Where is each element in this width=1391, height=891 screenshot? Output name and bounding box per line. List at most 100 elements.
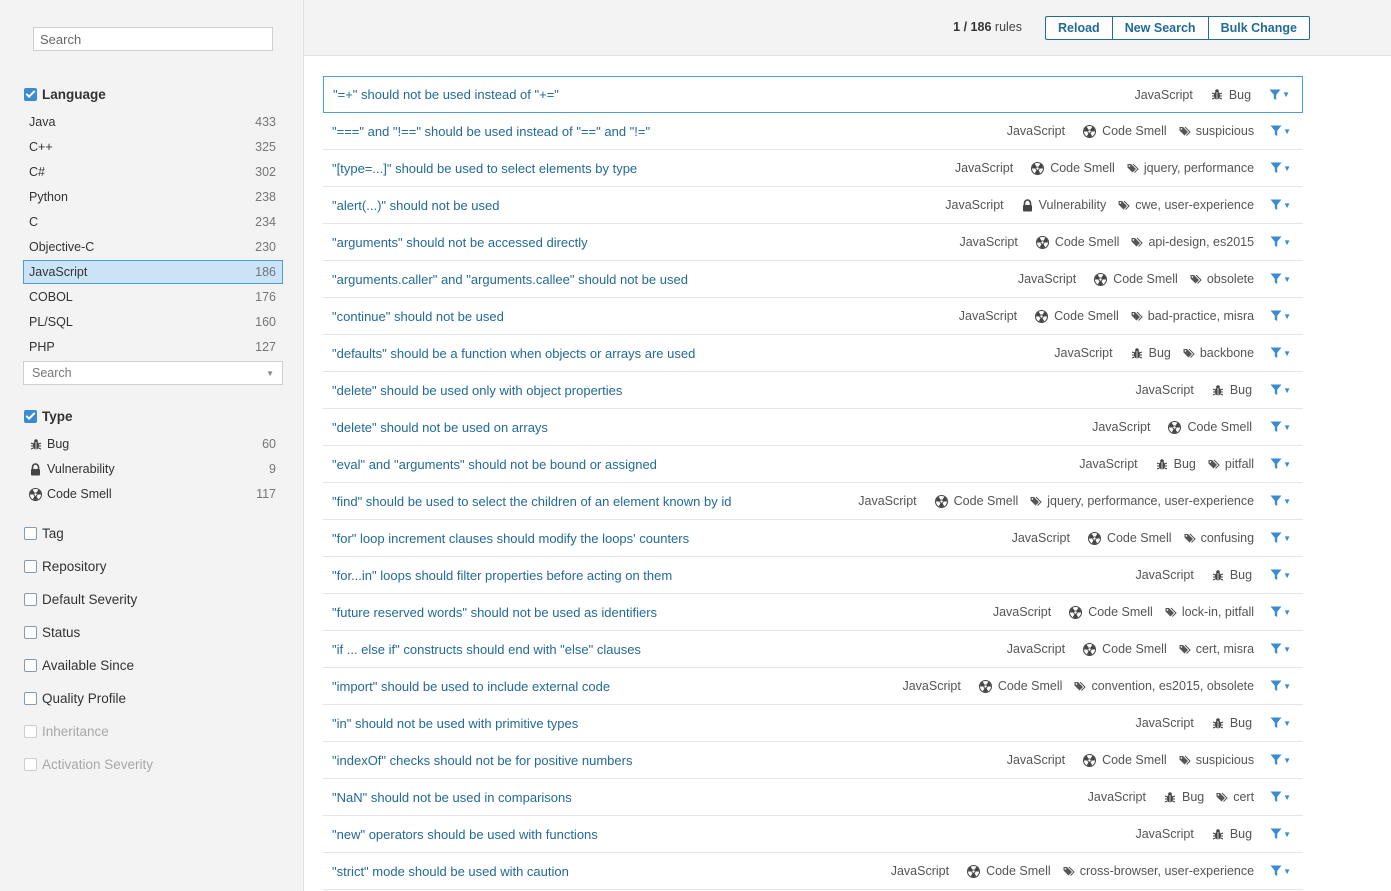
rule-name-link[interactable]: "=+" should not be used instead of "+="	[333, 87, 559, 102]
rule-row[interactable]: "import" should be used to include exter…	[323, 668, 1303, 705]
rule-name-link[interactable]: "===" and "!==" should be used instead o…	[332, 124, 650, 139]
facet-available-since[interactable]: Available Since	[24, 658, 134, 673]
rule-filter-dropdown[interactable]: ▼	[1270, 791, 1291, 803]
language-item-c[interactable]: C# 302	[23, 160, 283, 184]
rule-filter-dropdown[interactable]: ▼	[1270, 125, 1291, 137]
rule-name-link[interactable]: "for...in" loops should filter propertie…	[332, 568, 672, 583]
rule-name-link[interactable]: "indexOf" checks should not be for posit…	[332, 753, 632, 768]
rule-filter-dropdown[interactable]: ▼	[1270, 569, 1291, 581]
rule-name-link[interactable]: "strict" mode should be used with cautio…	[332, 864, 569, 879]
rule-row[interactable]: "find" should be used to select the chil…	[323, 483, 1303, 520]
type-checkbox[interactable]	[24, 410, 37, 423]
language-item-c[interactable]: C++ 325	[23, 135, 283, 159]
rule-filter-dropdown[interactable]: ▼	[1269, 89, 1290, 101]
rule-row[interactable]: "[type=...]" should be used to select el…	[323, 150, 1303, 187]
rule-row[interactable]: "continue" should not be used JavaScript C…	[323, 298, 1303, 335]
rule-row[interactable]: "alert(...)" should not be used JavaScrip…	[323, 187, 1303, 224]
rule-row[interactable]: "strict" mode should be used with cautio…	[323, 853, 1303, 890]
rule-row[interactable]: "arguments.caller" and "arguments.callee…	[323, 261, 1303, 298]
rule-filter-dropdown[interactable]: ▼	[1270, 643, 1291, 655]
language-item-pl-sql[interactable]: PL/SQL 160	[23, 310, 283, 334]
rule-row[interactable]: "NaN" should not be used in comparisons J…	[323, 779, 1303, 816]
rule-name-link[interactable]: "eval" and "arguments" should not be bou…	[332, 457, 657, 472]
facet-quality-profile[interactable]: Quality Profile	[24, 691, 126, 706]
rule-filter-dropdown[interactable]: ▼	[1270, 273, 1291, 285]
status-checkbox[interactable]	[24, 626, 37, 639]
rule-row[interactable]: "for" loop increment clauses should modi…	[323, 520, 1303, 557]
type-item-bug[interactable]: Bug 60	[23, 432, 283, 456]
rule-name-link[interactable]: "continue" should not be used	[332, 309, 504, 324]
default-severity-checkbox[interactable]	[24, 593, 37, 606]
rule-name-link[interactable]: "find" should be used to select the chil…	[332, 494, 731, 509]
language-item-cobol[interactable]: COBOL 176	[23, 285, 283, 309]
rule-row[interactable]: "defaults" should be a function when obj…	[323, 335, 1303, 372]
reload-button[interactable]: Reload	[1045, 16, 1113, 40]
rule-filter-dropdown[interactable]: ▼	[1270, 458, 1291, 470]
language-item-python[interactable]: Python 238	[23, 185, 283, 209]
rule-row[interactable]: "arguments" should not be accessed direc…	[323, 224, 1303, 261]
rule-name-link[interactable]: "delete" should not be used on arrays	[332, 420, 548, 435]
rule-filter-dropdown[interactable]: ▼	[1270, 828, 1291, 840]
rule-filter-dropdown[interactable]: ▼	[1270, 421, 1291, 433]
facet-repository[interactable]: Repository	[24, 559, 107, 574]
rule-name-link[interactable]: "NaN" should not be used in comparisons	[332, 790, 572, 805]
rule-filter-dropdown[interactable]: ▼	[1270, 606, 1291, 618]
rule-name-link[interactable]: "if ... else if" constructs should end w…	[332, 642, 641, 657]
available-since-checkbox[interactable]	[24, 659, 37, 672]
rule-filter-dropdown[interactable]: ▼	[1270, 347, 1291, 359]
rule-row[interactable]: "future reserved words" should not be us…	[323, 594, 1303, 631]
bulk-change-button[interactable]: Bulk Change	[1208, 16, 1310, 40]
rule-name-link[interactable]: "alert(...)" should not be used	[332, 198, 500, 213]
language-item-javascript[interactable]: JavaScript 186	[23, 260, 283, 284]
rule-name-link[interactable]: "in" should not be used with primitive t…	[332, 716, 578, 731]
rule-name-link[interactable]: "arguments.caller" and "arguments.callee…	[332, 272, 688, 287]
rule-filter-dropdown[interactable]: ▼	[1270, 236, 1291, 248]
rule-row[interactable]: "indexOf" checks should not be for posit…	[323, 742, 1303, 779]
tag-checkbox[interactable]	[24, 527, 37, 540]
language-item-c[interactable]: C 234	[23, 210, 283, 234]
rule-name-link[interactable]: "[type=...]" should be used to select el…	[332, 161, 637, 176]
rule-row[interactable]: "in" should not be used with primitive t…	[323, 705, 1303, 742]
rule-row[interactable]: "new" operators should be used with func…	[323, 816, 1303, 853]
rule-name-link[interactable]: "delete" should be used only with object…	[332, 383, 622, 398]
facet-status[interactable]: Status	[24, 625, 80, 640]
rule-name-link[interactable]: "new" operators should be used with func…	[332, 827, 598, 842]
rule-filter-dropdown[interactable]: ▼	[1270, 162, 1291, 174]
language-checkbox[interactable]	[24, 88, 37, 101]
language-search-select[interactable]: Search ▼	[23, 361, 283, 385]
rule-filter-dropdown[interactable]: ▼	[1270, 310, 1291, 322]
rule-name-link[interactable]: "for" loop increment clauses should modi…	[332, 531, 689, 546]
rule-filter-dropdown[interactable]: ▼	[1270, 384, 1291, 396]
rule-row[interactable]: "eval" and "arguments" should not be bou…	[323, 446, 1303, 483]
new-search-button[interactable]: New Search	[1112, 16, 1209, 40]
rule-name-link[interactable]: "future reserved words" should not be us…	[332, 605, 657, 620]
rule-filter-dropdown[interactable]: ▼	[1270, 865, 1291, 877]
rule-row[interactable]: "=+" should not be used instead of "+=" J…	[323, 76, 1303, 113]
facet-type-header[interactable]: Type	[24, 409, 73, 424]
type-item-code-smell[interactable]: Code Smell 117	[23, 482, 283, 506]
rule-filter-dropdown[interactable]: ▼	[1270, 495, 1291, 507]
facet-tag[interactable]: Tag	[24, 526, 64, 541]
facet-default-severity[interactable]: Default Severity	[24, 592, 137, 607]
rule-filter-dropdown[interactable]: ▼	[1270, 754, 1291, 766]
rule-filter-dropdown[interactable]: ▼	[1270, 717, 1291, 729]
rule-filter-dropdown[interactable]: ▼	[1270, 532, 1291, 544]
rule-row[interactable]: "===" and "!==" should be used instead o…	[323, 113, 1303, 150]
repository-checkbox[interactable]	[24, 560, 37, 573]
rule-row[interactable]: "delete" should be used only with object…	[323, 372, 1303, 409]
rule-filter-dropdown[interactable]: ▼	[1270, 199, 1291, 211]
rule-filter-dropdown[interactable]: ▼	[1270, 680, 1291, 692]
rule-name-link[interactable]: "arguments" should not be accessed direc…	[332, 235, 588, 250]
rule-row[interactable]: "for...in" loops should filter propertie…	[323, 557, 1303, 594]
rule-name-link[interactable]: "defaults" should be a function when obj…	[332, 346, 695, 361]
language-item-objective-c[interactable]: Objective-C 230	[23, 235, 283, 259]
facet-language-header[interactable]: Language	[24, 87, 106, 102]
type-item-vulnerability[interactable]: Vulnerability 9	[23, 457, 283, 481]
rule-name-link[interactable]: "import" should be used to include exter…	[332, 679, 610, 694]
rule-row[interactable]: "if ... else if" constructs should end w…	[323, 631, 1303, 668]
sidebar-search-input[interactable]	[33, 27, 273, 51]
rule-row[interactable]: "delete" should not be used on arrays Jav…	[323, 409, 1303, 446]
quality-profile-checkbox[interactable]	[24, 692, 37, 705]
language-item-php[interactable]: PHP 127	[23, 335, 283, 359]
language-item-java[interactable]: Java 433	[23, 110, 283, 134]
